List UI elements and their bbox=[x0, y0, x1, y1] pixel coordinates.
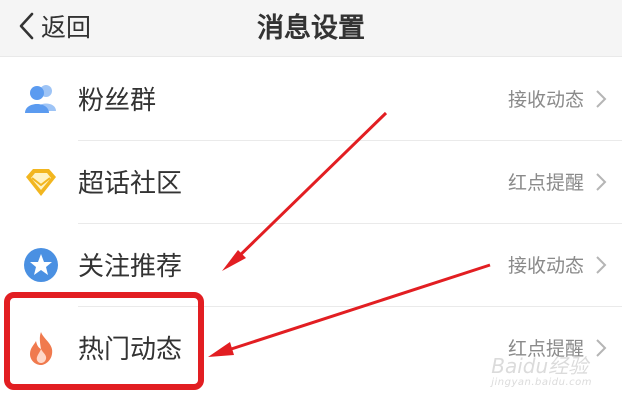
header-bar: 返回 消息设置 bbox=[0, 0, 622, 57]
chevron-right-icon bbox=[596, 90, 607, 108]
row-label: 粉丝群 bbox=[78, 86, 157, 116]
highlight-box bbox=[4, 292, 204, 390]
page-title: 消息设置 bbox=[257, 13, 365, 44]
row-status: 红点提醒 bbox=[507, 172, 584, 194]
diamond-icon bbox=[26, 169, 56, 196]
settings-row-fans-group[interactable]: 粉丝群 接收动态 bbox=[0, 58, 622, 140]
fans-group-icon bbox=[25, 85, 56, 113]
row-label: 超话社区 bbox=[78, 169, 183, 199]
row-status: 接收动态 bbox=[507, 255, 584, 277]
chevron-right-icon bbox=[596, 173, 607, 191]
chevron-right-icon bbox=[596, 339, 607, 357]
chevron-right-icon bbox=[596, 256, 607, 274]
row-status: 接收动态 bbox=[507, 89, 584, 111]
settings-row-super-topic[interactable]: 超话社区 红点提醒 bbox=[0, 141, 622, 223]
row-label: 关注推荐 bbox=[78, 252, 183, 282]
watermark-url: jingyan.baidu.com bbox=[491, 377, 592, 388]
star-badge-icon bbox=[24, 248, 58, 282]
watermark-brand: Baidu经验 bbox=[491, 354, 589, 378]
watermark: Baidu经验 jingyan.baidu.com bbox=[491, 350, 592, 388]
